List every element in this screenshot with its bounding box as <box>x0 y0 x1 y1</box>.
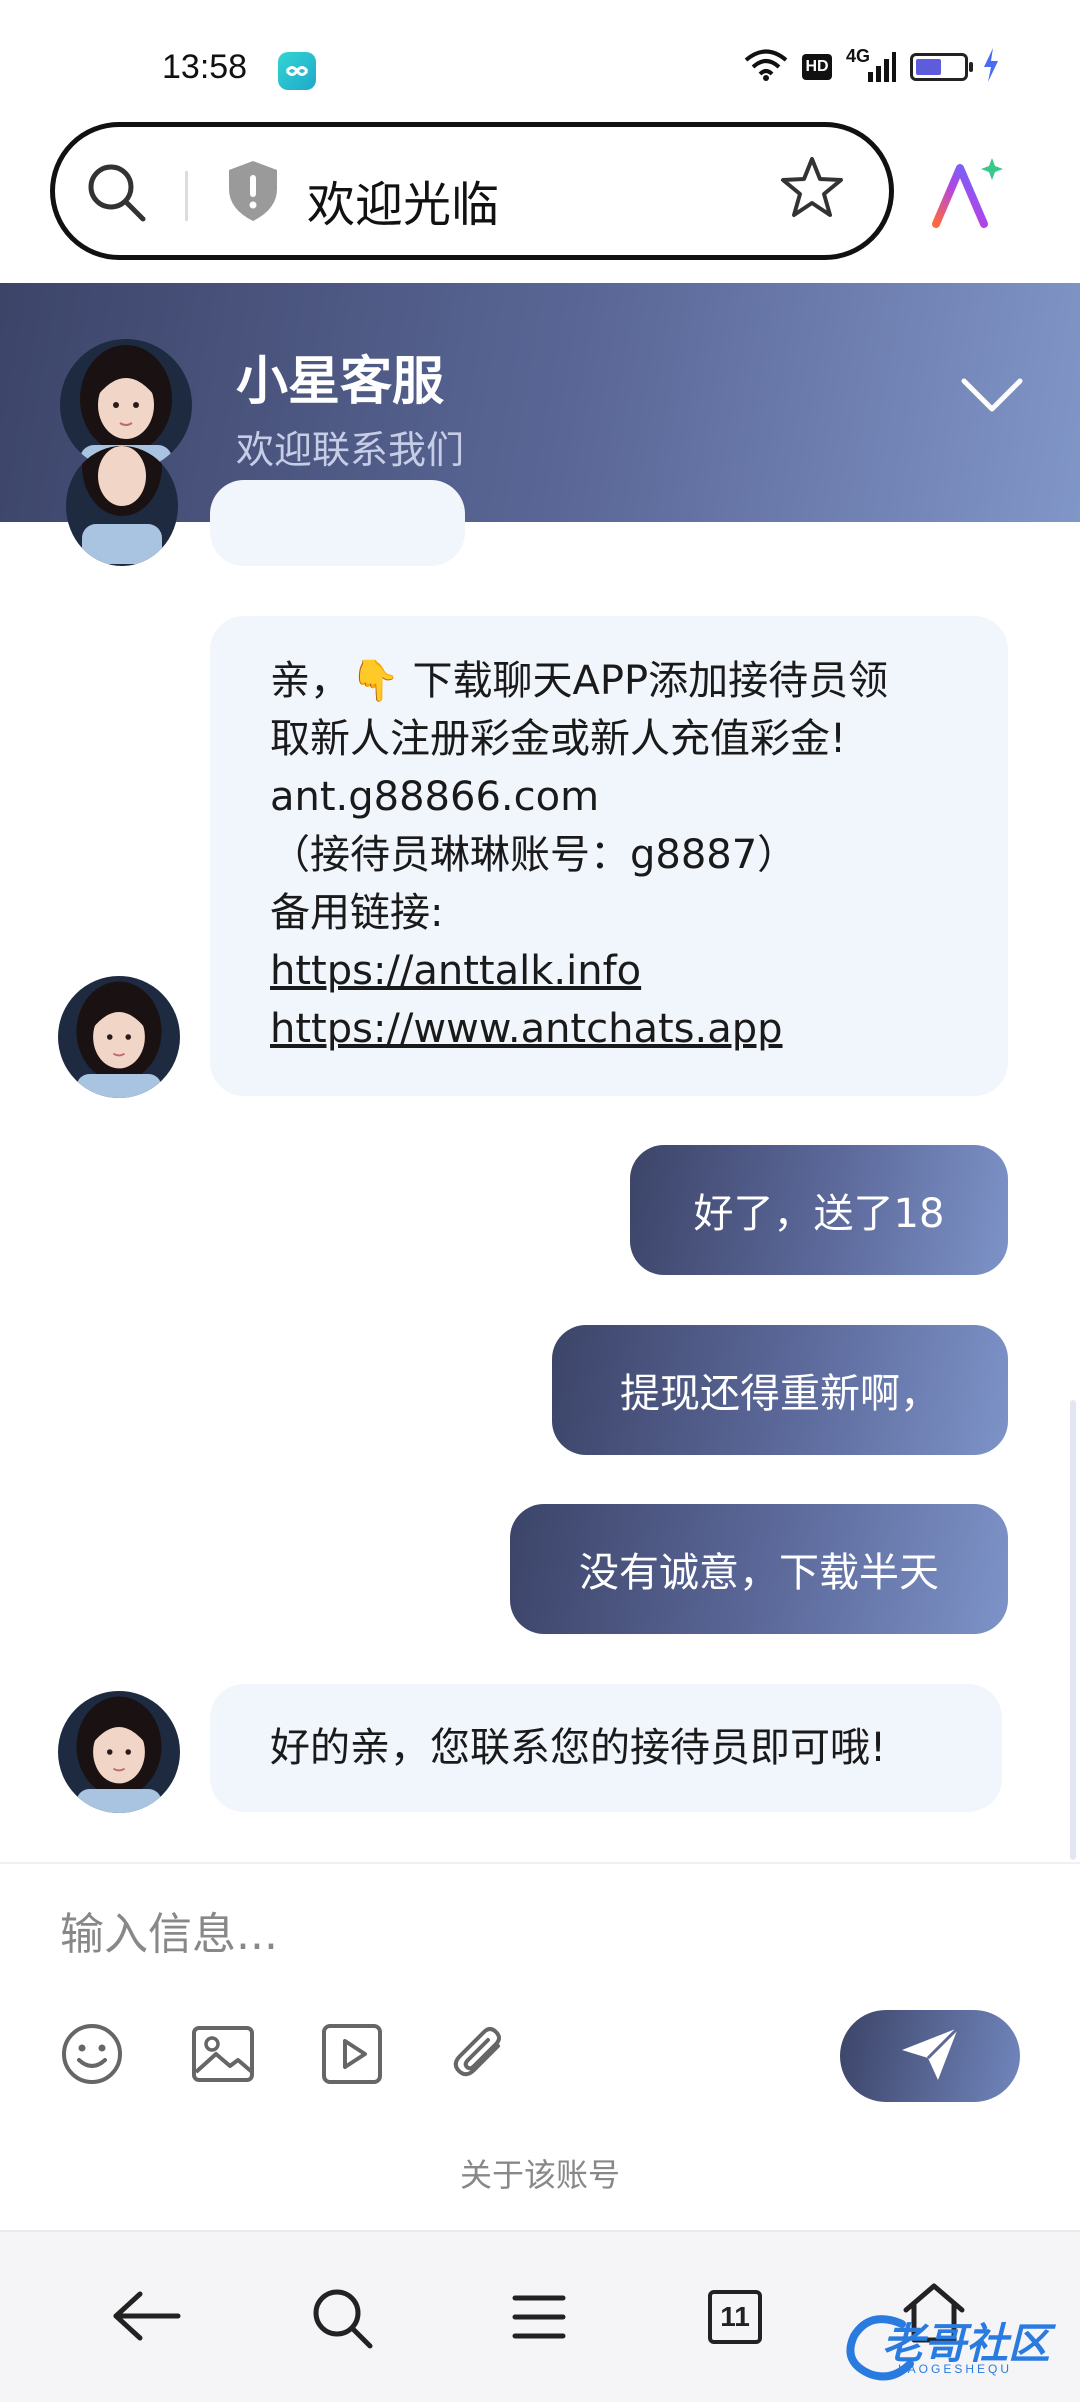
message-line: 亲，👇 下载聊天APP添加接待员领 <box>270 658 889 704</box>
watermark-subtext: LAOGESHEQU <box>898 2362 1013 2376</box>
image-icon[interactable] <box>190 2022 256 2090</box>
avatar <box>58 976 180 1098</box>
avatar <box>66 446 178 566</box>
watermark-logo: 老哥社区 LAOGESHEQU <box>840 2306 1070 2386</box>
message-line: 取新人注册彩金或新人充值彩金! <box>270 716 847 762</box>
send-button[interactable] <box>840 2010 1020 2102</box>
chevron-down-icon[interactable] <box>960 375 1024 419</box>
hd-badge: HD <box>802 54 832 80</box>
emoji-icon[interactable] <box>60 2022 124 2090</box>
message-bubble-user: 没有诚意，下载半天 <box>510 1504 1008 1634</box>
status-time: 13:58 <box>162 48 248 86</box>
message-bubble-user: 好了，送了18 <box>630 1145 1008 1275</box>
battery-fill <box>916 59 942 75</box>
message-line: （接待员琳琳账号：g8887） <box>270 832 798 878</box>
message-bubble-partial <box>210 480 465 566</box>
cellular-signal-icon: 4G <box>846 46 896 84</box>
message-text: 提现还得重新啊， <box>620 1371 940 1417</box>
star-icon[interactable] <box>779 155 845 225</box>
app-notification-icon <box>278 52 316 90</box>
message-bubble-agent: 亲，👇 下载聊天APP添加接待员领 取新人注册彩金或新人充值彩金! ant.g8… <box>210 616 1008 1096</box>
chat-subtitle: 欢迎联系我们 <box>236 428 465 472</box>
backup-link[interactable]: https://anttalk.info <box>270 942 1008 1000</box>
browser-toolbar: 欢迎光临 <box>0 110 1080 280</box>
search-icon[interactable] <box>85 161 149 229</box>
message-bubble-agent: 好的亲，您联系您的接待员即可哦! <box>210 1684 1002 1812</box>
backup-link[interactable]: https://www.antchats.app <box>270 1000 1008 1058</box>
chat-title: 小星客服 <box>236 352 445 412</box>
video-icon[interactable] <box>320 2022 384 2090</box>
shield-icon[interactable] <box>225 159 281 227</box>
status-bar: 13:58 HD 4G <box>0 0 1080 110</box>
address-bar[interactable]: 欢迎光临 <box>50 122 894 260</box>
message-line: ant.g88866.com <box>270 774 600 820</box>
page-title: 欢迎光临 <box>307 177 500 233</box>
about-account-link[interactable]: 关于该账号 <box>0 2150 1080 2196</box>
ai-assistant-icon[interactable] <box>930 154 1006 238</box>
message-line: 备用链接: <box>270 890 444 936</box>
message-bubble-user: 提现还得重新啊， <box>552 1325 1008 1455</box>
search-icon[interactable] <box>310 2286 376 2356</box>
message-text: 好的亲，您联系您的接待员即可哦! <box>270 1725 887 1771</box>
battery-icon <box>910 53 973 81</box>
scrollbar[interactable] <box>1070 1400 1076 1860</box>
message-input[interactable]: 输入信息... <box>60 1898 278 1962</box>
message-text: 好了，送了18 <box>693 1191 945 1237</box>
back-arrow-icon[interactable] <box>110 2286 182 2350</box>
avatar <box>58 1691 180 1813</box>
menu-icon[interactable] <box>512 2294 566 2344</box>
tabs-button[interactable]: 11 <box>708 2290 762 2344</box>
message-text: 没有诚意，下载半天 <box>579 1550 939 1596</box>
charging-icon <box>982 48 1000 86</box>
composer-divider <box>0 1862 1080 1864</box>
attachment-icon[interactable] <box>446 2022 512 2090</box>
address-divider <box>185 171 188 221</box>
wifi-icon <box>744 49 788 85</box>
send-icon <box>898 2024 962 2088</box>
